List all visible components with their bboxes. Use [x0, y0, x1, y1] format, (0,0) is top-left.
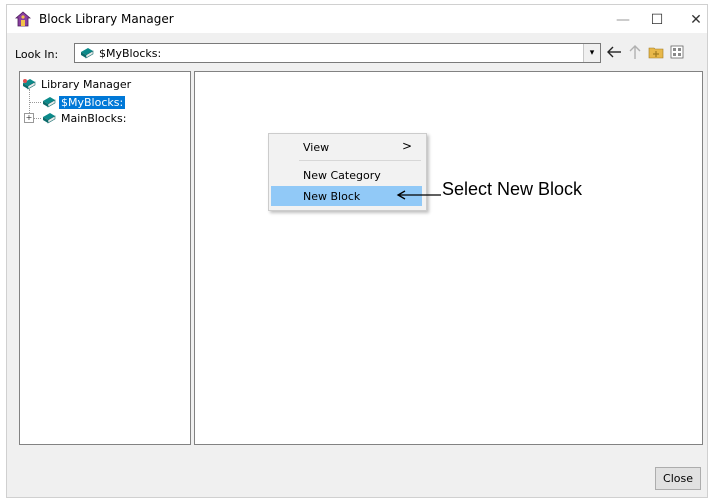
tree-item-label: $MyBlocks:	[59, 95, 126, 109]
menu-item-new-category[interactable]: New Category	[271, 165, 422, 185]
look-in-dropdown[interactable]: $MyBlocks: ▾	[74, 43, 601, 63]
tree-item-mymblocks[interactable]: $MyBlocks:	[42, 94, 126, 110]
tree-item-library-manager[interactable]: Library Manager	[22, 76, 133, 92]
library-tree[interactable]: Library Manager $MyBlocks: + MainBlocks:	[19, 71, 191, 445]
tree-item-mainblocks[interactable]: MainBlocks:	[42, 110, 128, 126]
tree-connector	[33, 118, 41, 119]
tree-item-label: MainBlocks:	[61, 111, 127, 125]
view-grid-icon[interactable]	[667, 42, 687, 62]
back-arrow-icon[interactable]	[604, 42, 624, 62]
menu-item-label: View	[303, 141, 330, 154]
chevron-down-icon[interactable]: ▾	[583, 44, 600, 62]
library-icon	[23, 79, 36, 90]
chevron-right-icon: >	[401, 139, 412, 153]
menu-item-label: New Category	[303, 169, 381, 182]
book-icon	[43, 113, 56, 124]
new-folder-icon[interactable]	[646, 42, 666, 62]
tree-item-label: Library Manager	[41, 77, 132, 91]
menu-item-view[interactable]: View >	[271, 137, 422, 157]
instruction-callout: Select New Block	[442, 179, 583, 199]
look-in-value: $MyBlocks:	[99, 47, 162, 60]
look-in-label: Look In:	[15, 48, 59, 61]
up-arrow-icon[interactable]	[625, 42, 645, 62]
book-icon	[43, 97, 56, 108]
title-bar: Block Library Manager — ☐ ✕	[7, 5, 707, 33]
close-window-button[interactable]: ✕	[676, 9, 715, 31]
maximize-button[interactable]: ☐	[637, 9, 677, 31]
close-button[interactable]: Close	[655, 467, 701, 490]
window-title: Block Library Manager	[39, 12, 174, 26]
book-icon	[81, 48, 94, 59]
menu-separator	[299, 160, 421, 161]
block-list-panel[interactable]	[194, 71, 703, 445]
app-house-icon	[15, 11, 31, 27]
callout-arrow-icon	[396, 190, 441, 200]
block-library-manager-window: Block Library Manager — ☐ ✕ Look In: $My…	[6, 4, 708, 498]
expand-toggle[interactable]: +	[24, 113, 34, 123]
tree-connector	[29, 102, 41, 103]
menu-item-label: New Block	[303, 190, 361, 203]
